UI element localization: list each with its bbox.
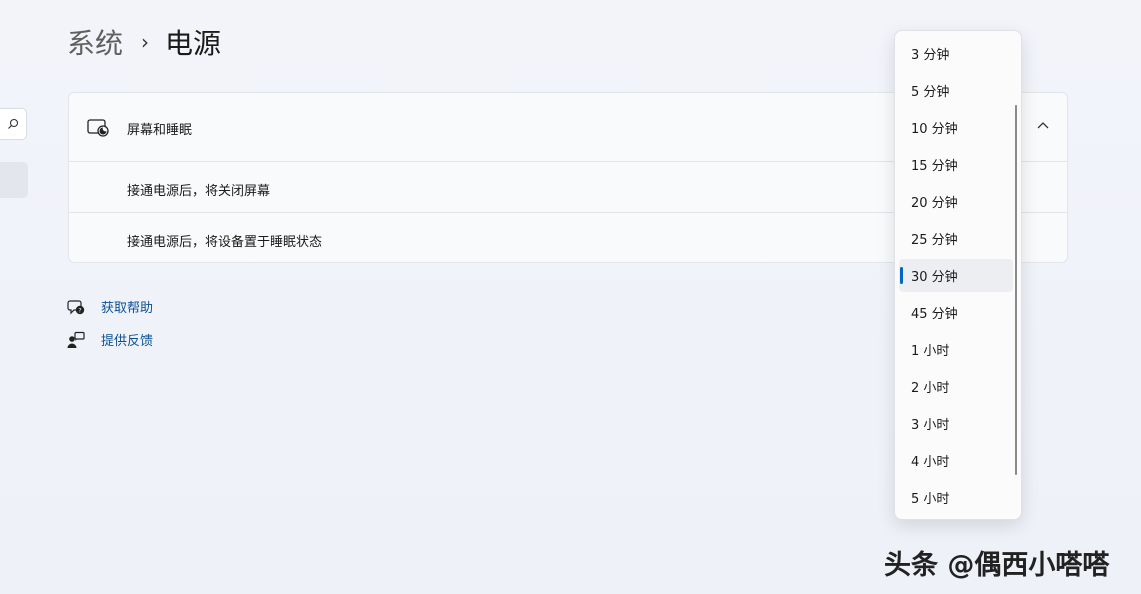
- dropdown-option[interactable]: 4 小时: [899, 444, 1013, 477]
- help-chat-icon: ?: [67, 299, 85, 314]
- search-icon: [8, 118, 19, 129]
- settings-window: 系统 › 电源 屏幕和睡眠 接通电源后，将关闭屏幕 接通电源后，将设备置于睡眠状…: [0, 0, 1141, 594]
- dropdown-option[interactable]: 25 分钟: [899, 222, 1013, 255]
- screen-off-setting-label: 接通电源后，将关闭屏幕: [127, 184, 271, 199]
- dropdown-option-selected[interactable]: 30 分钟: [899, 259, 1013, 292]
- feedback-link[interactable]: 提供反馈: [67, 330, 153, 349]
- breadcrumb: 系统 › 电源: [67, 22, 221, 62]
- dropdown-option[interactable]: 5 分钟: [899, 74, 1013, 107]
- screen-sleep-icon: [87, 119, 109, 137]
- dropdown-option[interactable]: 45 分钟: [899, 296, 1013, 329]
- dropdown-option[interactable]: 5 小时: [899, 481, 1013, 514]
- dropdown-option[interactable]: 3 小时: [899, 407, 1013, 440]
- dropdown-option[interactable]: 1 小时: [899, 333, 1013, 366]
- sleep-setting-label: 接通电源后，将设备置于睡眠状态: [127, 235, 323, 250]
- timeout-dropdown-list[interactable]: 3 分钟 5 分钟 10 分钟 15 分钟 20 分钟 25 分钟 30 分钟 …: [894, 30, 1022, 520]
- dropdown-option[interactable]: 2 小时: [899, 370, 1013, 403]
- svg-text:?: ?: [78, 307, 81, 314]
- chevron-up-icon[interactable]: [1037, 121, 1049, 129]
- get-help-label[interactable]: 获取帮助: [101, 297, 153, 316]
- dropdown-option[interactable]: 15 分钟: [899, 148, 1013, 181]
- dropdown-option[interactable]: 10 分钟: [899, 111, 1013, 144]
- feedback-label[interactable]: 提供反馈: [101, 330, 153, 349]
- feedback-icon: [67, 331, 85, 348]
- screen-sleep-title: 屏幕和睡眠: [127, 123, 193, 138]
- breadcrumb-parent[interactable]: 系统: [67, 22, 123, 62]
- dropdown-option[interactable]: 20 分钟: [899, 185, 1013, 218]
- dropdown-option[interactable]: 3 分钟: [899, 37, 1013, 70]
- get-help-link[interactable]: ? 获取帮助: [67, 297, 153, 316]
- breadcrumb-separator: ›: [141, 30, 150, 54]
- sidebar-search-box[interactable]: [0, 108, 27, 140]
- page-title: 电源: [165, 27, 222, 60]
- sidebar-selected-item[interactable]: [0, 162, 28, 198]
- dropdown-scrollbar[interactable]: [1015, 105, 1017, 475]
- watermark: 头条 @偶西小嗒嗒: [884, 550, 1110, 581]
